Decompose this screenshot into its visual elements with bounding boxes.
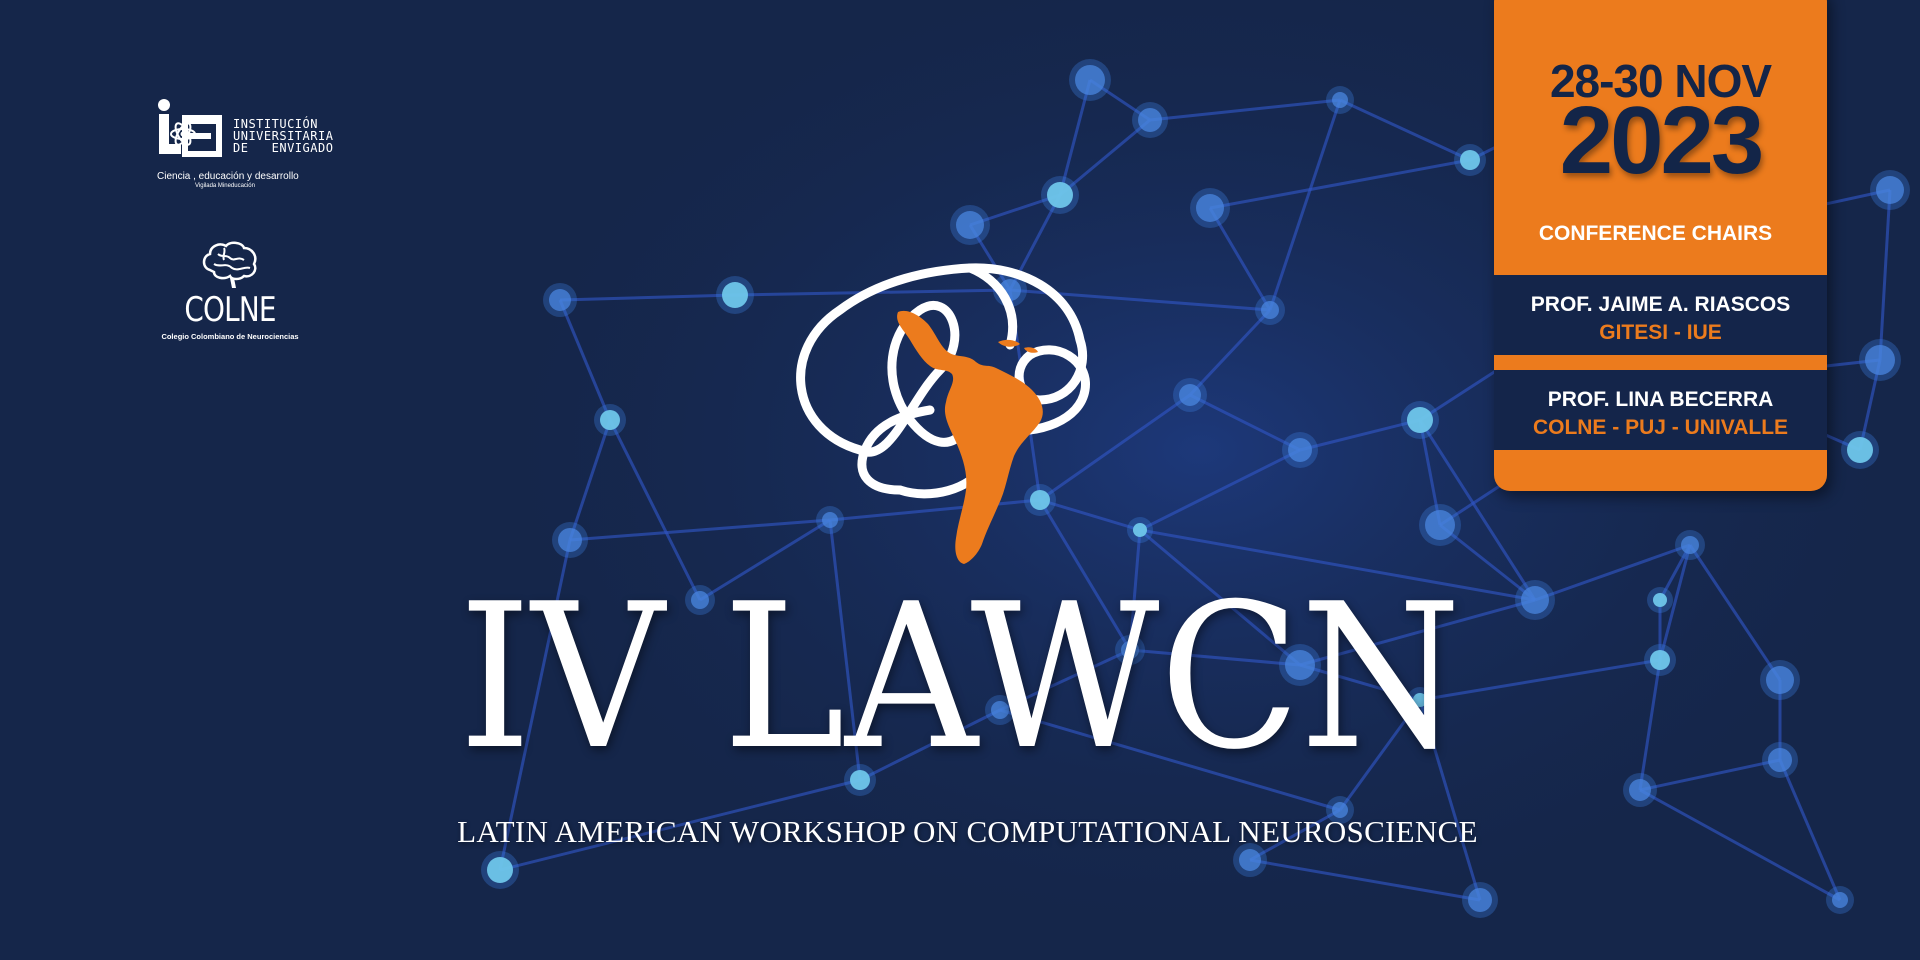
network-node <box>1047 182 1073 208</box>
conference-chairs-heading: CONFERENCE CHAIRS <box>1538 222 1773 245</box>
colne-subline: Colegio Colombiano de Neurociencias <box>161 332 299 341</box>
network-node <box>1138 108 1162 132</box>
network-node <box>1288 438 1312 462</box>
iue-atom-logo-icon <box>158 99 222 157</box>
network-node <box>1468 888 1492 912</box>
network-node <box>1133 523 1147 537</box>
chair-affiliation: GITESI - IUE <box>1599 321 1722 344</box>
network-node <box>1629 779 1651 801</box>
event-year: 2023 <box>1559 87 1765 194</box>
iue-name-line-3: DE ENVIGADO <box>233 141 334 155</box>
network-node <box>1196 194 1224 222</box>
chair-name: PROF. JAIME A. RIASCOS <box>1530 293 1791 316</box>
iue-tagline: Ciencia , educación y desarrollo <box>157 171 299 182</box>
network-node <box>1865 345 1895 375</box>
network-node <box>722 282 748 308</box>
network-node <box>1876 176 1904 204</box>
chair-card: PROF. LINA BECERRA COLNE - PUJ - UNIVALL… <box>1494 370 1827 450</box>
chair-name: PROF. LINA BECERRA <box>1547 388 1774 411</box>
iue-subline: Vigilada Mineducación <box>195 183 255 189</box>
chair-card: PROF. JAIME A. RIASCOS GITESI - IUE <box>1494 275 1827 355</box>
network-node <box>1832 892 1848 908</box>
network-node <box>1681 536 1699 554</box>
network-node <box>600 410 620 430</box>
network-node <box>1239 849 1261 871</box>
network-node <box>1407 407 1433 433</box>
network-node <box>487 857 513 883</box>
brain-knot-latin-america-icon <box>796 263 1090 564</box>
colne-logo: COLNE Colegio Colombiano de Neurociencia… <box>160 240 300 341</box>
iue-logo: INSTITUCIÓN UNIVERSITARIA DE ENVIGADO Ci… <box>155 98 333 193</box>
network-node <box>1075 65 1105 95</box>
network-node <box>1261 301 1279 319</box>
date-chairs-panel: 28-30 NOV 2023 CONFERENCE CHAIRS PROF. J… <box>1494 0 1827 491</box>
colne-name: COLNE <box>184 290 276 330</box>
network-node <box>1332 92 1348 108</box>
network-node <box>956 211 984 239</box>
network-node <box>549 289 571 311</box>
iue-name: INSTITUCIÓN UNIVERSITARIA DE ENVIGADO <box>233 118 333 154</box>
network-node <box>1847 437 1873 463</box>
network-node <box>558 528 582 552</box>
brain-icon <box>202 241 257 288</box>
chair-affiliation: COLNE - PUJ - UNIVALLE <box>1532 416 1789 439</box>
event-subtitle: LATIN AMERICAN WORKSHOP ON COMPUTATIONAL… <box>457 814 1478 849</box>
event-title: IV LAWCN <box>458 561 1462 794</box>
network-node <box>1460 150 1480 170</box>
network-node <box>1179 384 1201 406</box>
network-node <box>1425 510 1455 540</box>
